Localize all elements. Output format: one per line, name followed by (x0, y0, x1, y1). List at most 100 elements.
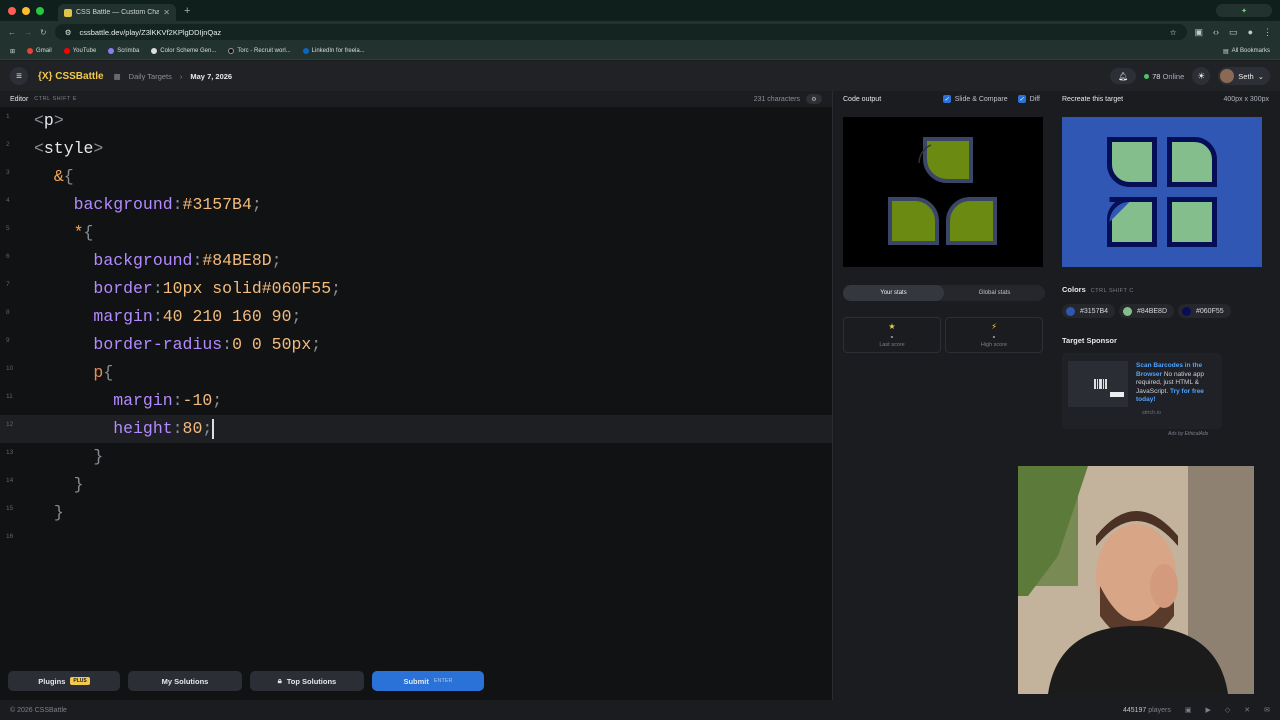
submit-shortcut: ENTER (433, 678, 453, 684)
code-line[interactable]: 12 height:80; (0, 415, 832, 443)
bookmark-youtube[interactable]: YouTube (63, 48, 96, 54)
target-render (1062, 117, 1262, 267)
close-window-button[interactable] (8, 6, 16, 15)
line-number: 5 (6, 225, 10, 232)
all-bookmarks[interactable]: ▤ All Bookmarks (1223, 48, 1270, 55)
diff-toggle[interactable]: ✓ Diff (1017, 95, 1040, 103)
sponsor-ad[interactable]: Scan Barcodes in the Browser No native a… (1062, 353, 1222, 429)
bookmark-linkedin[interactable]: LinkedIn for freela... (302, 48, 365, 54)
slide-compare-toggle[interactable]: ✓ Slide & Compare (942, 95, 1008, 103)
new-tab-icon[interactable]: + (184, 5, 190, 17)
reload-icon[interactable]: ↻ (40, 28, 47, 37)
code-line[interactable]: 11 margin:-10; (0, 387, 832, 415)
last-score-card: ★ - Last score (843, 317, 941, 353)
color-swatch-blue[interactable]: #3157B4 (1062, 304, 1116, 318)
cast-icon[interactable]: ▭ (1229, 27, 1238, 38)
profile-icon[interactable]: ● (1248, 27, 1253, 38)
user-menu[interactable]: Seth ⌄ (1218, 67, 1270, 85)
breadcrumb-daily-targets[interactable]: Daily Targets (129, 72, 172, 81)
cssbattle-favicon-icon (64, 8, 72, 17)
code-line[interactable]: 4 background:#3157B4; (0, 191, 832, 219)
line-number: 13 (6, 449, 14, 456)
code-token: : (222, 335, 233, 354)
color-swatch-navy[interactable]: #060F55 (1178, 304, 1231, 318)
code-line[interactable]: 6 background:#84BE8D; (0, 247, 832, 275)
devtools-icon[interactable]: ‹› (1213, 27, 1219, 38)
code-line[interactable]: 14 } (0, 471, 832, 499)
user-name: Seth (1238, 71, 1254, 81)
code-token: 80 (182, 419, 203, 438)
hamburger-menu-icon[interactable]: ≡ (10, 67, 28, 85)
output-preview[interactable] (843, 117, 1043, 267)
color-swatch-green[interactable]: #84BE8D (1119, 304, 1174, 318)
character-count: 231 characters (753, 95, 800, 103)
bookmark-scrimba[interactable]: Scrimba (108, 48, 139, 54)
ethical-ads-label[interactable]: Ads by EthicalAds (1168, 431, 1208, 437)
line-number: 10 (6, 365, 14, 372)
browser-tab[interactable]: CSS Battle — Custom Challe ✕ (58, 4, 176, 21)
code-token: * (73, 223, 84, 242)
target-preview[interactable] (1062, 117, 1262, 267)
code-editor[interactable]: 1 <p> 2 <style> 3 &{4 background:#3157B4; 5 *… (0, 107, 832, 662)
code-token: ; (202, 419, 213, 438)
output-render (843, 117, 1043, 267)
cssbattle-logo[interactable]: {X} CSSBattle (38, 71, 104, 82)
notifications-bell-icon[interactable]: 🔔︎ (1110, 68, 1137, 84)
line-number: 9 (6, 337, 10, 344)
top-solutions-button[interactable]: 🔒︎ Top Solutions (250, 671, 364, 691)
forward-icon[interactable]: → (24, 28, 32, 37)
code-line[interactable]: 8 margin:40 210 160 90; (0, 303, 832, 331)
code-token: < (34, 111, 44, 130)
editor-shortcut: CTRL SHIFT E (34, 96, 77, 102)
site-info-icon[interactable]: ⚙ (65, 28, 72, 37)
line-number: 12 (6, 421, 14, 428)
code-line[interactable]: 1 <p> (0, 107, 832, 135)
codepen-icon[interactable]: ◇ (1225, 706, 1230, 714)
discord-icon[interactable]: ▣ (1185, 706, 1192, 714)
tab-global-stats[interactable]: Global stats (944, 285, 1045, 301)
code-line[interactable]: 5 *{ (0, 219, 832, 247)
submit-button[interactable]: Submit ENTER (372, 671, 484, 691)
tab-your-stats[interactable]: Your stats (843, 285, 944, 301)
minimize-window-button[interactable] (22, 6, 30, 15)
maximize-window-button[interactable] (36, 6, 44, 15)
code-line[interactable]: 15 } (0, 499, 832, 527)
code-line[interactable]: 13 } (0, 443, 832, 471)
bookmark-torc[interactable]: Torc - Recruit worl... (228, 48, 291, 54)
code-token: { (63, 167, 74, 186)
window-controls[interactable] (8, 6, 44, 15)
bookmark-color-scheme[interactable]: Color Scheme Gen... (151, 48, 216, 54)
code-line[interactable]: 7 border:10px solid#060F55; (0, 275, 832, 303)
my-solutions-button[interactable]: My Solutions (128, 671, 242, 691)
code-token: ; (271, 251, 282, 270)
youtube-social-icon[interactable]: ▶ (1205, 706, 1210, 714)
code-line[interactable]: 3 &{ (0, 163, 832, 191)
menu-dots-icon[interactable]: ⋮ (1263, 27, 1272, 38)
code-line[interactable]: 2 <style> (0, 135, 832, 163)
back-icon[interactable]: ← (8, 28, 16, 37)
apps-grid-icon[interactable]: ⊞ (10, 48, 15, 55)
extensions-icon[interactable]: ▣ (1195, 27, 1204, 38)
url-bar[interactable]: ⚙ cssbattle.dev/play/Z3lKKVf2KPlgDDIjnQa… (54, 24, 1187, 40)
x-twitter-icon[interactable]: ✕ (1244, 706, 1250, 714)
extension-pill[interactable]: ✦ (1216, 4, 1272, 17)
plugins-button[interactable]: Plugins PLUS (8, 671, 120, 691)
code-line[interactable]: 10 p{ (0, 359, 832, 387)
code-line[interactable]: 9 border-radius:0 0 50px; (0, 331, 832, 359)
mail-icon[interactable]: ✉ (1264, 706, 1270, 714)
stats-tabs: Your stats Global stats (843, 285, 1045, 301)
code-line[interactable]: 16 (0, 527, 832, 555)
code-token: border-radius (93, 335, 223, 354)
bookmark-gmail[interactable]: Gmail (27, 48, 52, 54)
theme-toggle-sun-icon[interactable]: ☀ (1192, 67, 1211, 85)
close-tab-icon[interactable]: ✕ (163, 8, 170, 17)
folder-icon: ▤ (1222, 48, 1229, 55)
code-text: height:80; (34, 415, 214, 443)
editor-settings-gear-icon[interactable]: ⚙ (806, 94, 822, 104)
sponsor-text: Scan Barcodes in the Browser No native a… (1136, 362, 1220, 405)
bookmark-star-icon[interactable]: ☆ (1170, 28, 1177, 37)
code-token: : (152, 307, 163, 326)
